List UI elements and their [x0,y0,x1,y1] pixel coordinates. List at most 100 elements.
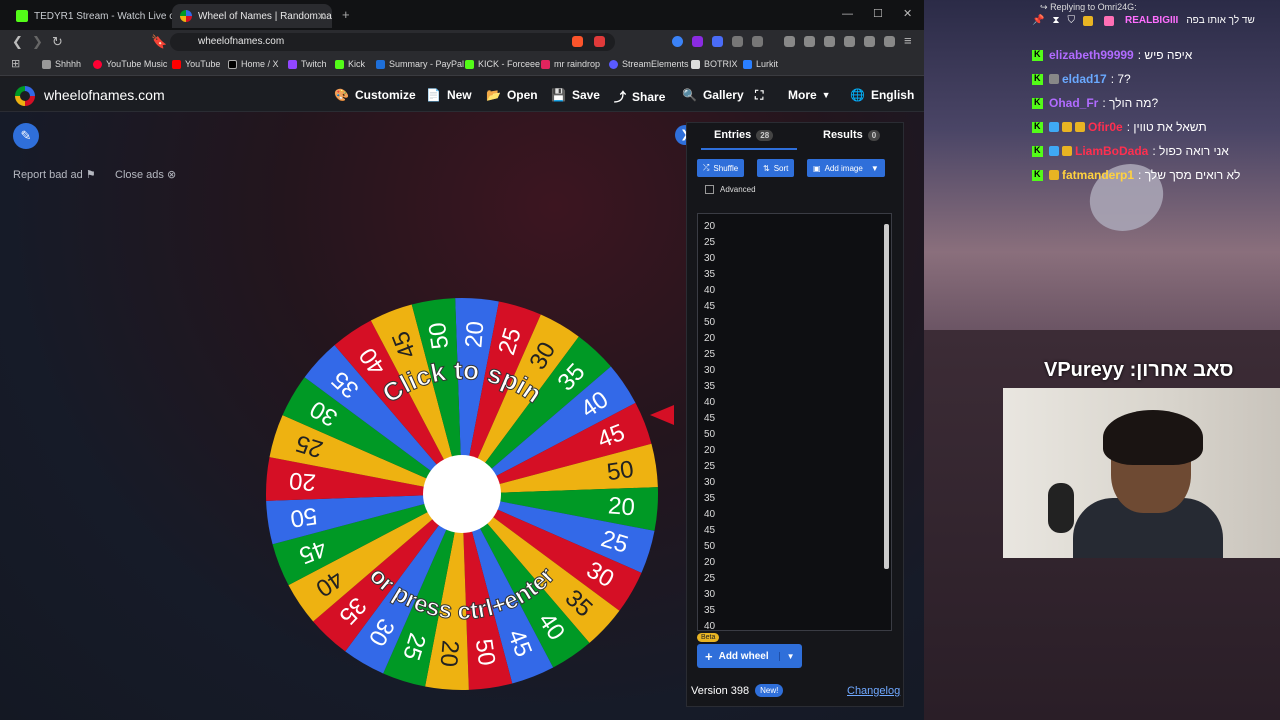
extension-icon[interactable] [672,36,683,47]
entry-line[interactable]: 20 [698,555,891,571]
caret-down-icon[interactable]: ▼ [778,651,802,661]
minimize-icon[interactable]: — [842,8,853,20]
menu-icon[interactable]: ≡ [904,33,912,48]
bookmark-item[interactable]: Home / X [228,59,279,69]
entry-line[interactable]: 35 [698,603,891,619]
add-wheel-button[interactable]: + Add wheel ▼ [697,644,802,668]
entry-line[interactable]: 35 [698,491,891,507]
changelog-link[interactable]: Changelog [847,685,900,697]
extension-icon[interactable] [752,36,763,47]
entry-line[interactable]: 20 [698,331,891,347]
forward-icon[interactable]: ❯ [32,34,43,50]
save-button[interactable]: 💾 Save [551,88,600,102]
entries-scrollbar[interactable] [884,224,889,569]
spin-wheel[interactable]: 20 25303540455020253035404550202530354045… [262,294,662,694]
new-button[interactable]: 📄 New [426,88,472,102]
site-name[interactable]: wheelofnames.com [44,87,165,103]
close-ads-link[interactable]: Close ads ⊗ [115,168,176,181]
chat-username[interactable]: Ofir0e [1088,120,1123,134]
close-window-icon[interactable]: ✕ [903,7,912,20]
bookmark-item[interactable]: Kick [335,59,365,69]
entry-line[interactable]: 25 [698,459,891,475]
gallery-button[interactable]: 🔍 Gallery [682,88,744,102]
entry-line[interactable]: 25 [698,347,891,363]
back-icon[interactable]: ❮ [12,34,23,50]
open-button[interactable]: 📂 Open [486,88,538,102]
entry-line[interactable]: 30 [698,475,891,491]
bookmark-item[interactable]: Lurkit [743,59,778,69]
leo-icon[interactable] [864,36,875,47]
bookmark-item[interactable]: Twitch [288,59,327,69]
vpn-icon[interactable] [884,36,895,47]
maximize-icon[interactable]: ☐ [873,7,883,20]
entry-line[interactable]: 40 [698,507,891,523]
more-button[interactable]: More ▼ [788,88,831,102]
entry-line[interactable]: 20 [698,443,891,459]
reload-icon[interactable]: ↻ [52,34,63,50]
wallet-icon[interactable] [844,36,855,47]
brave-shield-icon[interactable] [572,36,583,47]
wheel-logo-icon[interactable] [15,86,35,106]
shuffle-button[interactable]: ⤮ Shuffle [697,159,745,177]
chat-badge-icon [1062,122,1072,132]
wheel-center-button[interactable] [423,455,501,533]
entry-line[interactable]: 30 [698,587,891,603]
tab-entries[interactable]: Entries 28 [714,129,774,141]
bookmark-item[interactable]: Summary - PayPal [376,59,464,69]
brave-rewards-icon[interactable] [594,36,605,47]
entry-line[interactable]: 50 [698,539,891,555]
customize-button[interactable]: 🎨 Customize [334,88,416,102]
entry-line[interactable]: 35 [698,379,891,395]
tab-results[interactable]: Results 0 [823,129,881,141]
add-image-button[interactable]: ▣ Add image ▼ [807,159,885,177]
sidebar-icon[interactable] [824,36,835,47]
new-tab-icon[interactable]: + [342,7,350,22]
bookmark-item[interactable]: mr raindrop [541,59,600,69]
chat-username[interactable]: elizabeth99999 [1049,48,1134,62]
entry-line[interactable]: 40 [698,395,891,411]
url-field[interactable]: wheelofnames.com [170,33,615,51]
advanced-checkbox[interactable]: Advanced [705,185,756,194]
entry-line[interactable]: 30 [698,251,891,267]
edit-pencil-button[interactable]: ✎ [13,123,39,149]
bookmark-item[interactable]: BOTRIX [691,59,738,69]
entry-line[interactable]: 35 [698,267,891,283]
tab-kick-stream[interactable]: TEDYR1 Stream - Watch Live on Kick [8,4,173,28]
extensions-puzzle-icon[interactable] [732,36,743,47]
entry-line[interactable]: 50 [698,315,891,331]
downloads-icon[interactable] [784,36,795,47]
bookmark-item[interactable]: KICK - Forceee [465,59,540,69]
entry-line[interactable]: 40 [698,283,891,299]
chat-username[interactable]: fatmanderp1 [1062,168,1134,182]
language-button[interactable]: 🌐 English [850,88,914,102]
tab-wheel-of-names[interactable]: Wheel of Names | Random nam ✕ [172,4,332,28]
chat-username[interactable]: Ohad_Fr [1049,96,1098,110]
bookmark-icon[interactable]: 🔖 [151,34,167,50]
entry-line[interactable]: 20 [698,219,891,235]
entry-line[interactable]: 45 [698,299,891,315]
chat-username[interactable]: eldad17 [1062,72,1107,86]
report-bad-ad-link[interactable]: Report bad ad ⚑ [13,168,96,181]
share-button[interactable]: ⤴ Share [614,88,665,105]
extension-icon[interactable] [712,36,723,47]
media-icon[interactable] [804,36,815,47]
close-tab-icon[interactable]: ✕ [317,10,326,23]
entry-line[interactable]: 45 [698,523,891,539]
bookmark-item[interactable]: YouTube Music [93,59,167,69]
bookmark-item[interactable]: YouTube [172,59,220,69]
extension-icon[interactable] [692,36,703,47]
entry-line[interactable]: 45 [698,411,891,427]
chat-username[interactable]: LiamBoDada [1075,144,1148,158]
sort-button[interactable]: ⇅ Sort [757,159,795,177]
entry-line[interactable]: 30 [698,363,891,379]
checkbox-box[interactable] [705,185,714,194]
entry-line[interactable]: 40 [698,619,891,630]
entries-textarea[interactable]: 20 25 30 35 40 45 50 20 25 30 35 40 45 50 20 25 30 35 40 45… [697,213,892,631]
bookmark-item[interactable]: StreamElements [609,59,689,69]
entry-line[interactable]: 25 [698,571,891,587]
bookmark-item[interactable]: Shhhh [42,59,81,69]
entry-line[interactable]: 50 [698,427,891,443]
entry-line[interactable]: 25 [698,235,891,251]
fullscreen-button[interactable]: ⛶ [755,88,769,103]
apps-grid-icon[interactable]: ⊞ [11,57,20,70]
